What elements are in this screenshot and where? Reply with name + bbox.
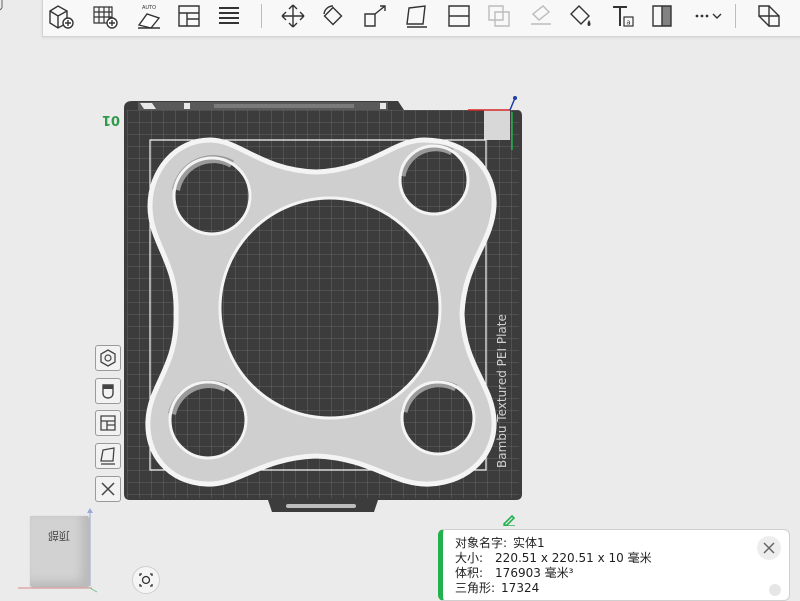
object-name-row: 对象名字: 实体1 [455,536,545,551]
object-triangles-value: 17324 [501,581,540,595]
hexagon-icon[interactable] [95,345,121,371]
close-icon[interactable] [95,476,121,502]
3d-viewport[interactable]: Bambu Textured PEI Plate 01 [0,0,800,599]
view-navigation-cube[interactable]: 顶部 [18,508,100,594]
object-info-panel: 对象名字: 实体1 大小: 220.51 x 220.51 x 10 毫米 体积: 1… [438,529,790,601]
object-volume-value: 176903 毫米³ [495,566,574,580]
object-size-label: 大小: [455,551,484,565]
nav-cube-axes [18,508,98,593]
svg-text:01: 01 [102,112,120,127]
model-ring[interactable] [145,137,497,487]
cylinder-icon[interactable] [95,378,121,404]
close-info-button[interactable] [757,536,781,560]
plate-number: 01 [102,112,120,127]
object-triangles-label: 三角形: [455,581,496,595]
object-volume-row: 体积: 176903 毫米³ [455,566,573,581]
object-volume-label: 体积: [455,566,484,580]
svg-text:Bambu Textured PEI Plate: Bambu Textured PEI Plate [495,314,509,468]
orient-face-icon[interactable] [95,443,121,469]
object-name-value: 实体1 [513,536,545,550]
reset-view-button[interactable] [132,566,160,594]
object-size-row: 大小: 220.51 x 220.51 x 10 毫米 [455,551,652,566]
object-size-value: 220.51 x 220.51 x 10 毫米 [495,551,652,565]
plate-name-label: Bambu Textured PEI Plate [495,314,509,468]
info-more-button[interactable] [769,584,781,596]
object-name-label: 对象名字: [455,536,508,550]
object-triangles-row: 三角形: 17324 [455,581,539,596]
layout-icon[interactable] [95,410,121,436]
pencil-marker-icon [502,514,516,526]
